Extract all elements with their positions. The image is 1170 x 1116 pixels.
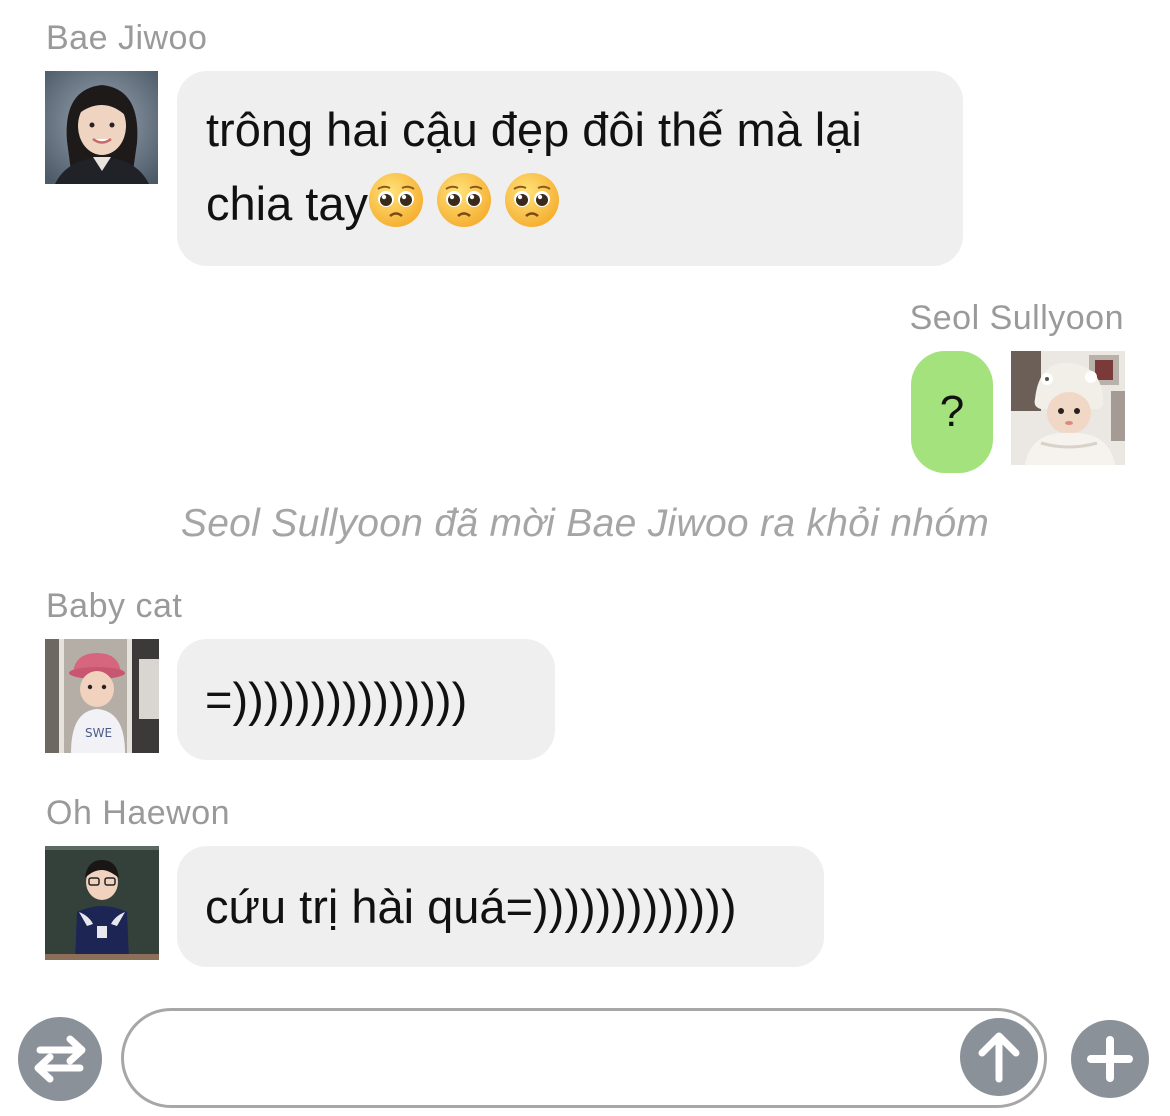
swap-button[interactable] (18, 1017, 102, 1101)
plus-icon (1087, 1036, 1133, 1082)
send-button[interactable] (960, 1018, 1038, 1096)
message-bubble-seol-sullyoon[interactable]: ? (911, 351, 993, 473)
message-bubble-baby-cat[interactable]: =))))))))))))))) (177, 639, 555, 760)
system-note-member-removed: Seol Sullyoon đã mời Bae Jiwoo ra khỏi n… (180, 502, 990, 545)
sender-name-seol-sullyoon: Seol Sullyoon (909, 299, 1124, 337)
message-input[interactable] (121, 1008, 1047, 1108)
add-button[interactable] (1071, 1020, 1149, 1098)
pleading-face-emoji (504, 173, 559, 227)
sender-name-bae-jiwoo: Bae Jiwoo (46, 19, 208, 57)
message-text: =))))))))))))))) (205, 673, 468, 726)
message-text-line-1: trông hai cậu đẹp đôi thế mà lại (206, 103, 862, 156)
sender-name-baby-cat: Baby cat (46, 587, 183, 625)
message-bubble-bae-jiwoo[interactable]: trông hai cậu đẹp đôi thế mà lại chia ta… (177, 71, 963, 266)
pleading-face-emoji (436, 173, 491, 227)
arrow-up-icon (978, 1032, 1020, 1083)
avatar-oh-haewon[interactable] (45, 846, 159, 960)
message-text: ? (939, 387, 965, 436)
avatar-baby-cat[interactable]: SWE (45, 639, 159, 753)
sender-name-oh-haewon: Oh Haewon (46, 794, 231, 832)
avatar-bae-jiwoo[interactable] (45, 71, 158, 184)
svg-text:SWE: SWE (85, 726, 112, 740)
message-bubble-oh-haewon[interactable]: cứu trị hài quá=))))))))))))) (177, 846, 824, 967)
message-text-line-2-words: chia tay (206, 177, 368, 230)
pleading-face-emoji (368, 173, 423, 227)
message-text-line-2: chia tay (206, 167, 963, 241)
avatar-seol-sullyoon[interactable] (1011, 351, 1125, 465)
swap-arrows-icon (34, 1035, 86, 1083)
message-text: cứu trị hài quá=))))))))))))) (205, 880, 737, 933)
